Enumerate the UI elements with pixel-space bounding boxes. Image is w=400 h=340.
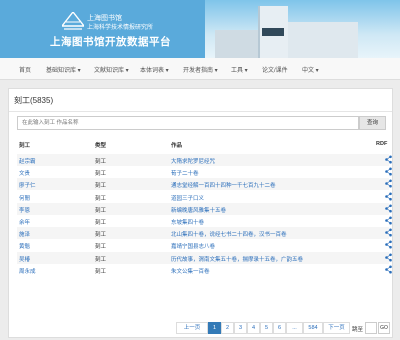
building-wing <box>215 30 260 58</box>
type-cell: 刻工 <box>95 195 107 202</box>
building-plaque <box>262 28 284 36</box>
engraver-name-link[interactable]: 周永成 <box>19 267 36 275</box>
table-row: 赵宗霸 刻工 大隋求陀罗尼经咒 <box>17 154 392 166</box>
type-cell: 刻工 <box>95 159 107 165</box>
column-header-rdf: RDF <box>376 141 388 147</box>
work-link[interactable]: 朱文公集一百卷 <box>171 267 210 275</box>
page-4-button[interactable]: 4 <box>247 322 260 334</box>
work-link[interactable]: 大隋求陀罗尼经咒 <box>171 157 215 165</box>
page-ellipsis: ... <box>286 322 303 334</box>
page-5-button[interactable]: 5 <box>260 322 273 334</box>
engraver-name-link[interactable]: 黄魁 <box>19 242 30 250</box>
share-icon[interactable] <box>385 228 392 237</box>
nav-document-knowledge[interactable]: 文献知识库 ▾ <box>94 65 129 74</box>
peak-logo-icon <box>62 12 84 30</box>
type-cell: 刻工 <box>95 183 107 190</box>
column-header-engraver: 刻工 <box>19 143 31 149</box>
go-button[interactable]: GO <box>378 322 390 334</box>
table-row: 黄魁 刻工 嘉靖宁国县志八卷 <box>17 239 392 251</box>
jump-label: 跳至 <box>352 327 364 333</box>
divider <box>9 111 392 112</box>
engraver-name-link[interactable]: 赵宗霸 <box>19 157 36 165</box>
building-wing <box>288 22 358 58</box>
column-header-type: 类型 <box>95 143 107 149</box>
share-icon[interactable] <box>385 240 392 249</box>
engraver-name-link[interactable]: 廖子仁 <box>19 181 36 189</box>
share-icon[interactable] <box>385 253 392 262</box>
nav-language[interactable]: 中文 ▾ <box>302 65 319 74</box>
work-link[interactable]: 通志堂经解一百四十四种一千七百九十二卷 <box>171 181 276 189</box>
engraver-name-link[interactable]: 吴椿 <box>19 255 30 263</box>
engraver-name-link[interactable]: 李恩 <box>19 206 30 214</box>
table-row: 李恩 刻工 新编晚唐风雅集十五卷 <box>17 202 392 215</box>
page-2-button[interactable]: 2 <box>221 322 234 334</box>
table-row: 廖子仁 刻工 通志堂经解一百四十四种一千七百九十二卷 <box>17 178 392 191</box>
share-icon[interactable] <box>385 179 392 188</box>
column-header-work: 作品 <box>171 143 183 149</box>
share-icon[interactable] <box>385 155 392 164</box>
type-cell: 刻工 <box>95 256 107 263</box>
share-icon[interactable] <box>385 204 392 213</box>
site-title: 上海图书馆开放数据平台 <box>50 36 171 48</box>
type-cell: 刻工 <box>95 268 107 275</box>
type-cell: 刻工 <box>95 232 107 239</box>
work-link[interactable]: 历代故事，渭南文集五十卷，揣摩录十五卷，广韵五卷 <box>171 255 303 263</box>
page-6-button[interactable]: 6 <box>273 322 286 334</box>
work-link[interactable]: 北山集四十卷，说经七书二十四卷，汉书一百卷 <box>171 230 287 238</box>
table-row: 吴椿 刻工 历代故事，渭南文集五十卷，揣摩录十五卷，广韵五卷 <box>17 251 392 264</box>
type-cell: 刻工 <box>95 171 107 178</box>
engraver-name-link[interactable]: 余年 <box>19 218 30 226</box>
share-icon[interactable] <box>385 192 392 201</box>
engraver-panel: 刻工(5835) 查询 刻工 类型 作品 RDF 赵宗霸刻工大隋求陀罗尼经咒文贵… <box>8 88 393 338</box>
table-row: 周永成 刻工 朱文公集一百卷 <box>17 264 392 276</box>
header-banner: 上海图书馆 上海科学技术情报研究所 上海图书馆开放数据平台 <box>0 0 400 58</box>
work-link[interactable]: 嘉靖宁国县志八卷 <box>171 242 215 250</box>
work-link[interactable]: 道园三子口义 <box>171 194 204 202</box>
engraver-name-link[interactable]: 何閒 <box>19 194 30 202</box>
jump-page-input[interactable] <box>365 322 377 334</box>
share-icon[interactable] <box>385 167 392 176</box>
search-button[interactable]: 查询 <box>359 116 386 130</box>
table-row: 施泽 刻工 北山集四十卷，说经七书二十四卷，汉书一百卷 <box>17 227 392 240</box>
nav-developer-guide[interactable]: 开发者指南 ▾ <box>183 65 218 74</box>
nav-papers[interactable]: 论文/课件 <box>262 65 288 74</box>
page-3-button[interactable]: 3 <box>234 322 247 334</box>
work-link[interactable]: 新编晚唐风雅集十五卷 <box>171 206 226 214</box>
share-icon[interactable] <box>385 265 392 274</box>
logo-text-institute: 上海科学技术情报研究所 <box>87 24 154 31</box>
engraver-name-link[interactable]: 文贵 <box>19 169 30 177</box>
page-1-button[interactable]: 1 <box>208 322 221 334</box>
next-page-button[interactable]: 下一页 <box>323 322 350 334</box>
nav-basic-knowledge[interactable]: 基础知识库 ▾ <box>46 65 81 74</box>
work-link[interactable]: 东坡集四十卷 <box>171 218 204 226</box>
table-row: 何閒 刻工 道园三子口义 <box>17 191 392 203</box>
table-row: 余年 刻工 东坡集四十卷 <box>17 215 392 227</box>
panel-title: 刻工(5835) <box>14 96 54 105</box>
nav-ontology[interactable]: 本体词表 ▾ <box>140 65 169 74</box>
work-link[interactable]: 荀子二十卷 <box>171 169 199 177</box>
share-icon[interactable] <box>385 216 392 225</box>
nav-home[interactable]: 首页 <box>19 65 31 74</box>
main-nav: 首页 基础知识库 ▾ 文献知识库 ▾ 本体词表 ▾ 开发者指南 ▾ 工具 ▾ 论… <box>0 58 400 80</box>
prev-page-button[interactable]: 上一页 <box>176 322 208 334</box>
table-row: 文贵 刻工 荀子二十卷 <box>17 166 392 178</box>
page-584-button[interactable]: 584 <box>303 322 323 334</box>
type-cell: 刻工 <box>95 207 107 214</box>
type-cell: 刻工 <box>95 220 107 226</box>
type-cell: 刻工 <box>95 244 107 251</box>
engraver-name-link[interactable]: 施泽 <box>19 230 30 238</box>
nav-tools[interactable]: 工具 ▾ <box>231 65 248 74</box>
search-input[interactable] <box>17 116 359 130</box>
